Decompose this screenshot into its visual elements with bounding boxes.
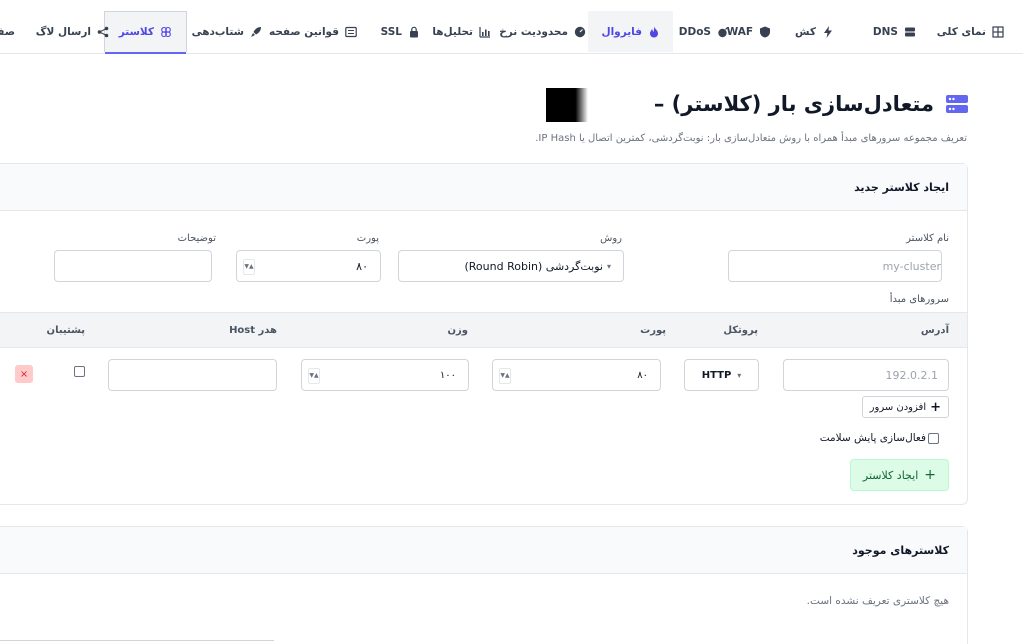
chevron-down-icon: ▾	[607, 261, 612, 271]
tab-label: ارسال لاگ	[36, 25, 92, 38]
tab-label: SSL	[381, 25, 403, 38]
method-select[interactable]: ▾ نوبت‌گردشی (Round Robin)	[399, 250, 625, 282]
health-check-label: فعال‌سازی پایش سلامت	[820, 432, 927, 444]
create-cluster-button[interactable]: + ایجاد کلاستر	[850, 459, 950, 491]
remove-server-button[interactable]: ×	[16, 365, 34, 383]
add-server-button[interactable]: + افزودن سرور	[862, 396, 950, 418]
tab-cluster[interactable]: کلاستر	[104, 11, 188, 54]
tab-label: قوانین صفحه	[269, 25, 340, 38]
tab-dns[interactable]: DNS	[874, 11, 917, 52]
page-heading: متعادل‌سازی بار (کلاستر) –	[655, 92, 969, 116]
add-server-label: افزودن سرور	[870, 401, 928, 413]
bolt-icon	[823, 25, 835, 38]
plus-icon: +	[925, 467, 937, 483]
servers-table-header: آدرس پروتکل پورت وزن هدر Host پشتیبان	[0, 312, 968, 348]
method-label: روش	[601, 233, 623, 244]
share-icon	[98, 26, 110, 38]
scrollbar-track[interactable]	[0, 640, 275, 641]
close-icon: ×	[20, 368, 30, 380]
tab-label: کلاستر	[119, 26, 155, 38]
server-port-input[interactable]: ۸۰ ▲▼	[493, 359, 662, 391]
redacted-domain	[547, 88, 589, 122]
weight-input[interactable]: ۱۰۰ ▲▼	[302, 359, 470, 391]
shield-icon	[760, 26, 772, 38]
tab-rate-limit[interactable]: محدودیت نرخ	[500, 11, 587, 52]
tab-page[interactable]: صفحه	[0, 11, 16, 52]
existing-clusters-card: کلاسترهای موجود هیچ کلاستری تعریف نشده ا…	[0, 526, 969, 644]
tab-label: تحلیل‌ها	[433, 25, 474, 38]
server-address-placeholder: 192.0.2.1	[886, 368, 939, 382]
col-protocol: پروتکل	[724, 325, 759, 336]
tab-ssl[interactable]: SSL	[382, 11, 421, 52]
stepper-icon[interactable]: ▲▼	[244, 259, 256, 275]
method-value: نوبت‌گردشی (Round Robin)	[465, 259, 604, 273]
card-heading: کلاسترهای موجود	[0, 527, 968, 574]
gauge-icon	[575, 26, 587, 38]
tab-page-rules[interactable]: قوانین صفحه	[270, 11, 358, 52]
tab-waf[interactable]: WAF	[728, 11, 772, 52]
tab-label: شتاب‌دهی	[192, 25, 245, 38]
port-label: پورت	[357, 233, 380, 244]
tab-label: کش	[796, 25, 817, 38]
top-tab-bar: نمای کلی DNS کش WAF DDoS فایروال محدودیت…	[0, 10, 1024, 54]
health-check-toggle[interactable]: فعال‌سازی پایش سلامت	[821, 432, 940, 444]
bar-chart-icon	[480, 26, 492, 38]
server-port-value: ۸۰	[638, 369, 649, 381]
tab-overview[interactable]: نمای کلی	[938, 11, 1005, 52]
cluster-name-label: نام کلاستر	[907, 233, 950, 244]
stepper-icon[interactable]: ▲▼	[500, 368, 512, 384]
tab-analytics[interactable]: تحلیل‌ها	[433, 11, 492, 52]
health-check-checkbox[interactable]	[929, 432, 940, 444]
description-input[interactable]	[55, 250, 213, 282]
port-input[interactable]: ۸۰ ▲▼	[237, 250, 382, 282]
cluster-name-placeholder: my-cluster	[883, 259, 942, 273]
tab-log-forwarding[interactable]: ارسال لاگ	[37, 11, 110, 52]
tab-label: DNS	[873, 25, 899, 38]
weight-value: ۱۰۰	[440, 369, 457, 381]
create-cluster-card: ایجاد کلاستر جدید نام کلاستر روش پورت تو…	[0, 163, 969, 505]
card-heading: ایجاد کلاستر جدید	[0, 164, 968, 211]
tab-label: محدودیت نرخ	[500, 25, 569, 38]
server-address-input[interactable]: 192.0.2.1	[784, 359, 950, 391]
col-host-header: هدر Host	[230, 325, 278, 336]
protocol-value: HTTP	[702, 369, 733, 381]
tab-firewall[interactable]: فایروال	[589, 11, 674, 52]
protocol-select[interactable]: ▾ HTTP	[685, 359, 760, 391]
tab-label: WAF	[727, 25, 754, 38]
stepper-icon[interactable]: ▲▼	[309, 368, 321, 384]
grid-icon	[993, 25, 1005, 38]
tab-label: صفحه	[0, 25, 16, 38]
cluster-name-input[interactable]: my-cluster	[729, 250, 943, 282]
plus-icon: +	[931, 399, 942, 415]
col-backup: پشتیبان	[47, 325, 86, 336]
empty-state-message: هیچ کلاستری تعریف نشده است.	[807, 595, 950, 607]
col-address: آدرس	[921, 325, 950, 336]
tab-acceleration[interactable]: شتاب‌دهی	[193, 11, 263, 52]
lock-icon	[409, 26, 421, 38]
bomb-icon	[718, 26, 730, 38]
backup-checkbox[interactable]	[75, 366, 86, 377]
rocket-icon	[251, 26, 263, 38]
page-title: متعادل‌سازی بار (کلاستر) –	[654, 92, 935, 116]
cubes-icon	[161, 26, 173, 38]
tab-cache[interactable]: کش	[796, 11, 835, 52]
description-label: توضیحات	[178, 233, 217, 244]
tab-ddos[interactable]: DDoS	[680, 11, 730, 52]
col-port: پورت	[641, 325, 667, 336]
page-subtitle: تعریف مجموعه سرورهای مبدأ همراه با روش م…	[536, 133, 968, 144]
tab-label: DDoS	[679, 25, 712, 38]
col-weight: وزن	[448, 325, 469, 336]
list-icon	[346, 26, 358, 38]
server-icon	[905, 26, 917, 38]
create-cluster-label: ایجاد کلاستر	[863, 468, 920, 482]
tab-label: نمای کلی	[937, 25, 987, 38]
chevron-down-icon: ▾	[738, 370, 743, 380]
origin-servers-label: سرورهای مبدأ	[890, 294, 950, 305]
tab-label: فایروال	[602, 25, 643, 38]
fire-icon	[649, 26, 661, 38]
port-value: ۸۰	[357, 259, 369, 273]
host-header-input[interactable]	[109, 359, 278, 391]
server-stack-icon	[947, 95, 969, 113]
